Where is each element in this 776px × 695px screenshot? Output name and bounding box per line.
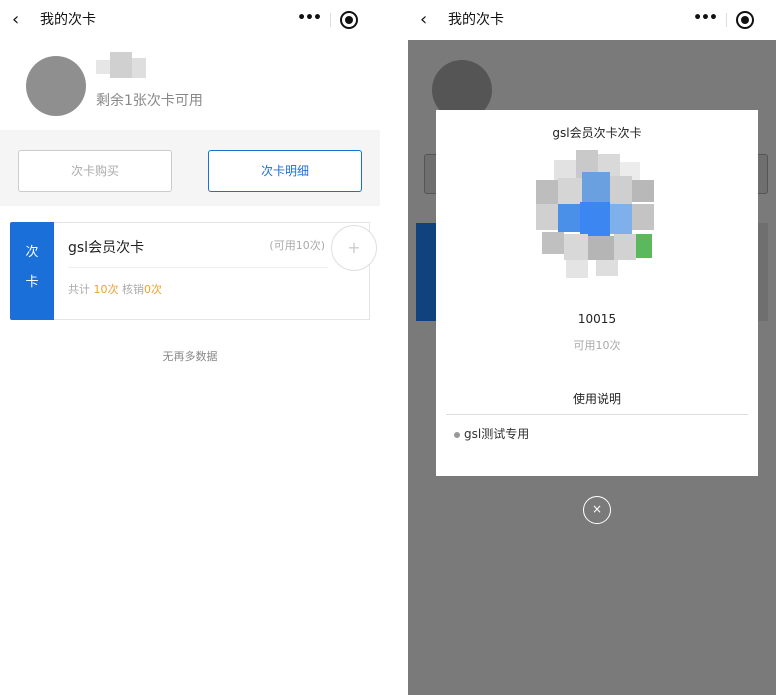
nav-bar: ‹ 我的次卡 ••• <box>408 0 776 40</box>
stats-used: 0次 <box>144 283 162 296</box>
stats-total: 10次 <box>93 283 119 296</box>
capsule-divider <box>726 13 727 27</box>
card-divider <box>68 267 328 268</box>
card-stub-char: 卡 <box>25 275 39 290</box>
stats-mid: 核销 <box>118 283 144 296</box>
back-icon[interactable]: ‹ <box>12 9 28 31</box>
remaining-count-text: 剩余1张次卡可用 <box>96 93 203 109</box>
page-title: 我的次卡 <box>448 12 504 28</box>
close-circle-icon[interactable] <box>340 11 358 29</box>
nav-bar: ‹ 我的次卡 ••• <box>0 0 380 40</box>
capsule-divider <box>330 13 331 27</box>
bullet-icon <box>454 431 460 438</box>
card-stub-label: 次 卡 <box>22 238 42 298</box>
no-more-data-text: 无再多数据 <box>162 350 218 363</box>
modal-overlay[interactable]: gsl会员次卡次卡 10015 可用10次 使用说明 gsl测试专用 × <box>408 40 776 695</box>
stats-prefix: 共计 <box>68 283 94 296</box>
more-dots-icon[interactable]: ••• <box>684 5 726 35</box>
close-icon[interactable]: × <box>583 496 611 524</box>
card-item[interactable]: 次 卡 gsl会员次卡 (可用10次) 共计 10次 核销0次 + <box>10 222 377 320</box>
card-list-screen: ‹ 我的次卡 ••• 剩余1张次卡可用 次卡购买 次卡明细 次 卡 gsl会员次… <box>0 0 380 695</box>
card-body: gsl会员次卡 (可用10次) 共计 10次 核销0次 + <box>54 222 377 320</box>
card-number: 10015 <box>577 312 617 326</box>
avatar <box>26 56 86 116</box>
plus-icon[interactable]: + <box>331 225 377 271</box>
capsule-menu: ••• <box>684 5 768 35</box>
page-title: 我的次卡 <box>40 12 96 28</box>
username-blurred <box>96 52 150 82</box>
card-qr-modal: gsl会员次卡次卡 10015 可用10次 使用说明 gsl测试专用 <box>436 110 758 476</box>
card-name: gsl会员次卡 <box>68 240 145 256</box>
capsule-menu: ••• <box>288 5 372 35</box>
usage-item-text: gsl测试专用 <box>464 427 530 441</box>
usage-divider <box>446 414 748 415</box>
card-stub: 次 卡 <box>10 222 54 320</box>
qr-code-blurred <box>536 150 654 280</box>
card-qr-screen: ‹ 我的次卡 ••• gsl会员次卡次卡 10015 可用10次 使用说明 gs… <box>408 0 776 695</box>
close-circle-icon[interactable] <box>736 11 754 29</box>
modal-title: gsl会员次卡次卡 <box>552 126 642 140</box>
usage-item: gsl测试专用 <box>454 425 529 442</box>
card-available: (可用10次) <box>269 239 325 252</box>
tab-card-detail[interactable]: 次卡明细 <box>208 150 362 192</box>
card-available: 可用10次 <box>573 339 621 352</box>
usage-instructions-title: 使用说明 <box>572 392 621 406</box>
tab-card-purchase[interactable]: 次卡购买 <box>18 150 172 192</box>
more-dots-icon[interactable]: ••• <box>288 5 330 35</box>
back-icon[interactable]: ‹ <box>420 9 436 31</box>
tab-bar: 次卡购买 次卡明细 <box>0 130 380 206</box>
card-usage-stats: 共计 10次 核销0次 <box>68 281 162 297</box>
card-stub-char: 次 <box>25 245 39 260</box>
